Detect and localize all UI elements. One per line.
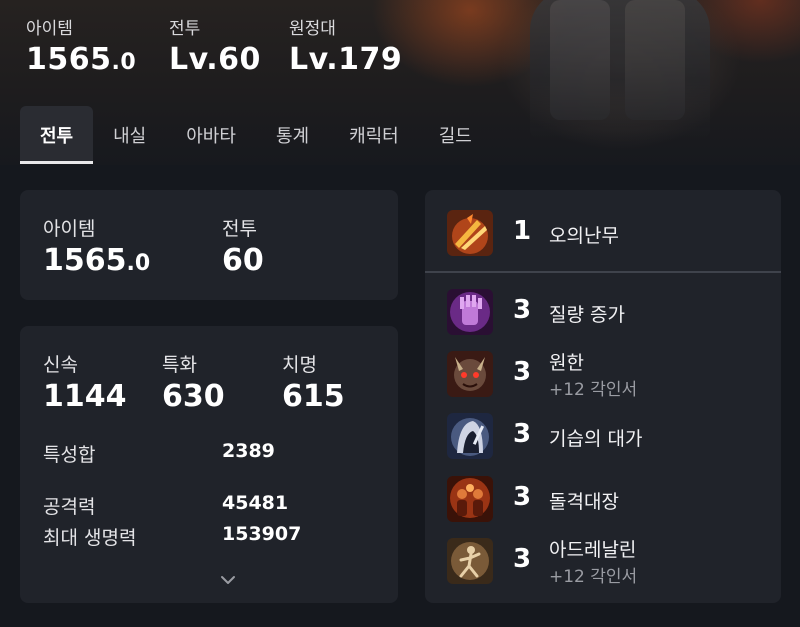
engraving-level: 3 [513, 419, 532, 449]
combat-level-label: 전투 [222, 218, 257, 240]
tab-internal[interactable]: 내실 [93, 106, 166, 164]
hooded-assassin-icon [447, 413, 493, 459]
header-roster-value: Lv.179 [289, 42, 403, 77]
combat-level-value: 60 [222, 243, 264, 278]
tab-guild[interactable]: 길드 [419, 106, 492, 164]
header-summary: 아이템 1565.0 전투 Lv.60 원정대 Lv.179 [26, 14, 429, 77]
engraving-level: 1 [513, 216, 532, 246]
tab-statistics[interactable]: 통계 [256, 106, 329, 164]
max-hp-label: 최대 생명력 [43, 527, 137, 549]
engraving-level: 3 [513, 482, 532, 512]
stat-crit-value: 615 [282, 379, 345, 414]
tab-avatar[interactable]: 아바타 [166, 106, 256, 164]
stat-crit-label: 치명 [282, 354, 317, 376]
header-item-level: 아이템 1565.0 [26, 14, 169, 77]
chevron-down-icon[interactable] [218, 573, 238, 587]
engraving-name: 돌격대장 [549, 491, 619, 513]
engraving-row[interactable]: 3 돌격대장 [425, 468, 781, 530]
engraving-row[interactable]: 1 오의난무 [425, 202, 781, 264]
engraving-name: 오의난무 [549, 225, 619, 247]
engraving-name: 아드레날린 [549, 539, 637, 561]
header-combat-label: 전투 [169, 19, 201, 39]
header-item-value: 1565.0 [26, 42, 137, 77]
header-roster-label: 원정대 [289, 19, 336, 39]
stat-total-label: 특성합 [43, 444, 96, 466]
engraving-row[interactable]: 3 원한 +12 각인서 [425, 344, 781, 406]
levels-card: 아이템 1565.0 전투 60 [20, 190, 398, 300]
tab-combat[interactable]: 전투 [20, 106, 94, 164]
header-item-label: 아이템 [26, 19, 73, 39]
engraving-row[interactable]: 3 기습의 대가 [425, 406, 781, 468]
attack-power-label: 공격력 [43, 496, 96, 518]
engravings-card: 1 오의난무 3 질량 증가 3 원한 +12 각인서 3 기습의 대가 3 돌… [425, 190, 781, 603]
tab-bar: 전투 내실 아바타 통계 캐릭터 길드 [20, 106, 492, 164]
engraving-row[interactable]: 3 질량 증가 [425, 282, 781, 344]
header-combat-level: 전투 Lv.60 [169, 14, 289, 77]
header-roster-level: 원정대 Lv.179 [289, 14, 429, 77]
engraving-level: 3 [513, 544, 532, 574]
engraving-level: 3 [513, 295, 532, 325]
attack-power-value: 45481 [222, 492, 289, 514]
stat-specialization-label: 특화 [162, 354, 197, 376]
stats-card: 신속 1144 특화 630 치명 615 특성합 2389 공격력 45481… [20, 326, 398, 603]
engraving-name: 기습의 대가 [549, 428, 643, 450]
running-figure-icon [447, 538, 493, 584]
engraving-book-bonus: +12 각인서 [549, 567, 638, 587]
fire-slash-icon [447, 210, 493, 256]
stat-total-value: 2389 [222, 440, 275, 462]
purple-gauntlet-icon [447, 289, 493, 335]
header-combat-value: Lv.60 [169, 42, 261, 77]
tab-character[interactable]: 캐릭터 [329, 106, 419, 164]
max-hp-value: 153907 [222, 523, 302, 545]
engraving-level: 3 [513, 357, 532, 387]
engraving-row[interactable]: 3 아드레날린 +12 각인서 [425, 530, 781, 592]
item-level-value: 1565.0 [43, 243, 151, 278]
stat-swiftness-label: 신속 [43, 354, 78, 376]
item-level-label: 아이템 [43, 218, 96, 240]
engraving-book-bonus: +12 각인서 [549, 380, 638, 400]
stat-swiftness-value: 1144 [43, 379, 127, 414]
stat-specialization-value: 630 [162, 379, 225, 414]
engraving-name: 원한 [549, 352, 584, 374]
divider [425, 271, 781, 273]
character-portrait [530, 0, 710, 140]
charging-soldiers-icon [447, 476, 493, 522]
engraving-name: 질량 증가 [549, 304, 625, 326]
demon-face-icon [447, 351, 493, 397]
